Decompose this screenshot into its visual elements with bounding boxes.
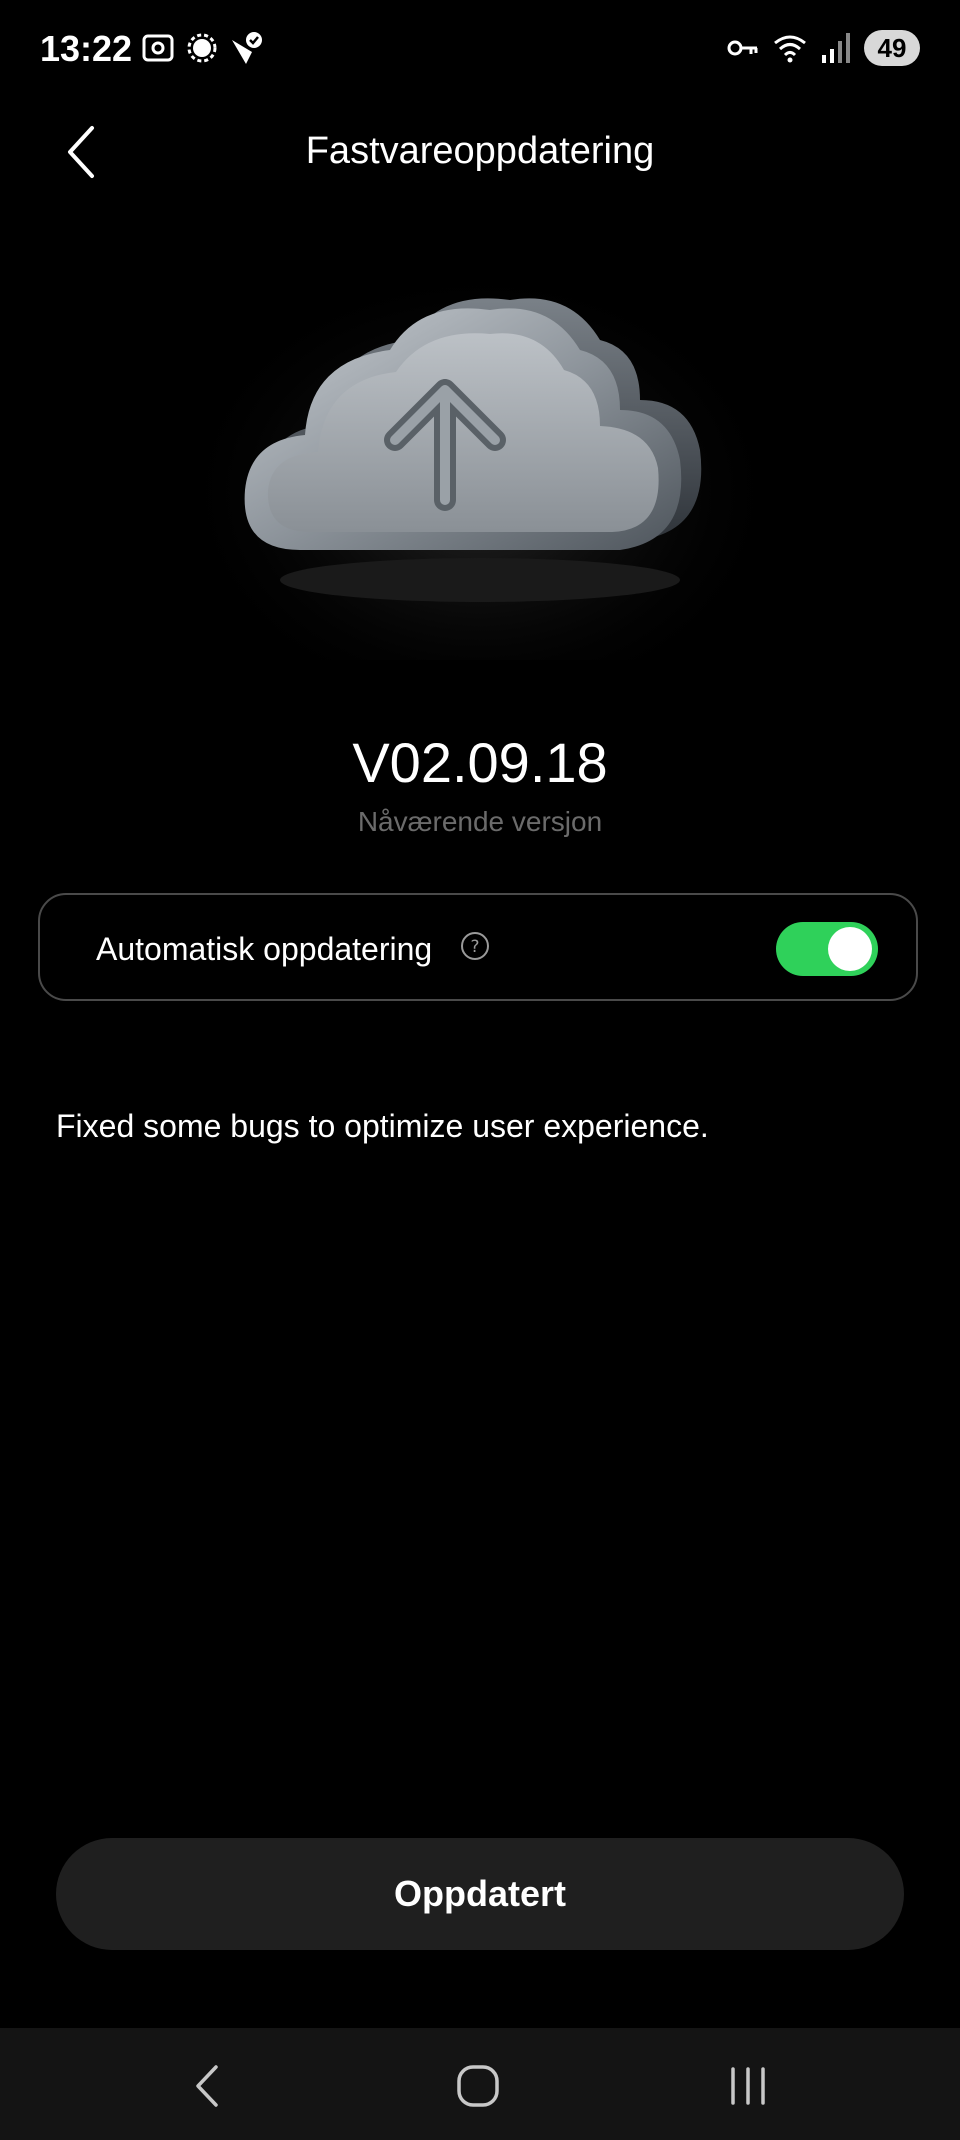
page-title: Fastvareoppdatering: [305, 130, 655, 172]
cloud-upload-icon: [200, 240, 760, 660]
recents-nav-icon[interactable]: [718, 2056, 778, 2116]
home-nav-icon[interactable]: [448, 2056, 508, 2116]
screenshot-icon: [140, 30, 176, 66]
vpn-key-icon: [726, 31, 760, 65]
header: Fastvareoppdatering: [0, 100, 960, 210]
version-number: V02.09.18: [352, 731, 608, 794]
status-time: 13:22: [40, 28, 133, 69]
signal-messenger-icon: [184, 30, 220, 66]
battery-indicator: 49: [864, 30, 920, 66]
check-shield-icon: [228, 30, 264, 66]
auto-update-toggle[interactable]: [776, 922, 878, 976]
status-right-icons: 49: [726, 30, 920, 66]
update-button[interactable]: Oppdatert: [56, 1838, 904, 1950]
svg-text:?: ?: [470, 937, 479, 957]
status-left-icons: [140, 30, 264, 66]
cellular-signal-icon: [820, 31, 852, 65]
release-notes: Fixed some bugs to optimize user experie…: [56, 1108, 709, 1144]
wifi-icon: [772, 31, 808, 65]
back-nav-icon[interactable]: [178, 2056, 238, 2116]
toggle-knob: [828, 927, 872, 971]
auto-update-row: Automatisk oppdatering ?: [38, 893, 918, 1001]
help-icon[interactable]: ?: [460, 931, 490, 961]
navigation-bar: [0, 2028, 960, 2140]
version-caption: Nåværende versjon: [357, 806, 603, 837]
auto-update-label: Automatisk oppdatering: [96, 931, 433, 967]
status-bar: 13:22 49: [0, 0, 960, 100]
